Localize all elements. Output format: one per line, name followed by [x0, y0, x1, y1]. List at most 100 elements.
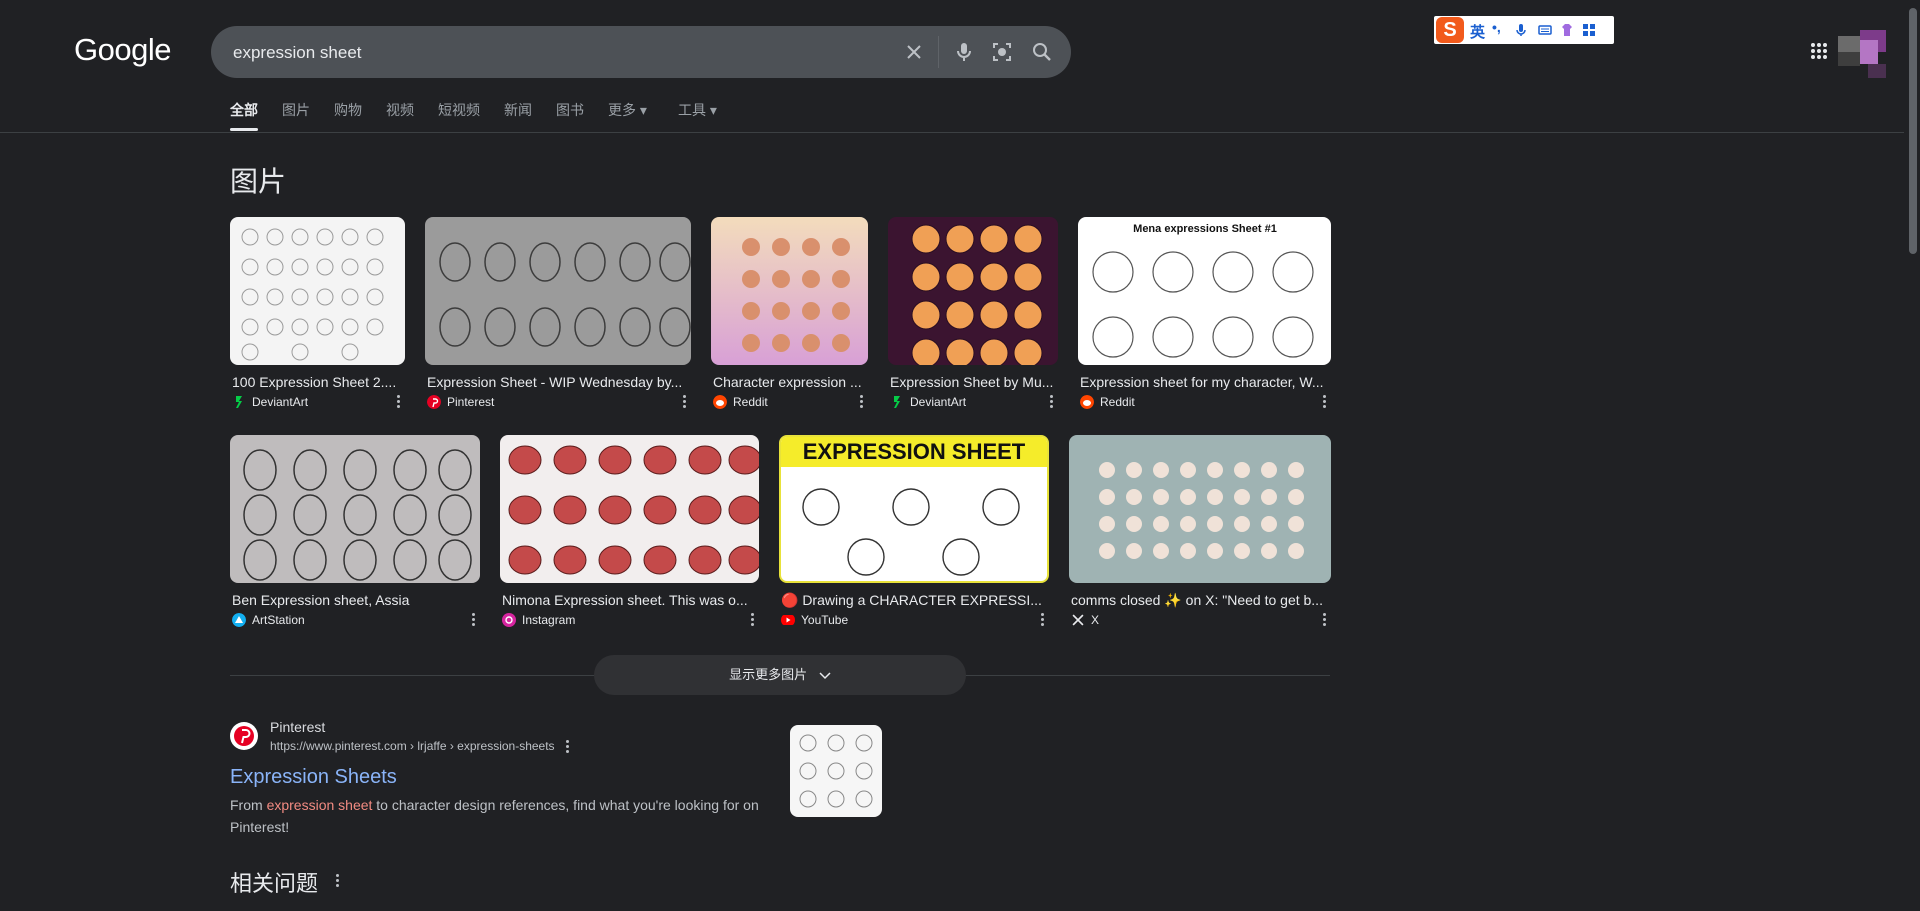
image-thumbnail[interactable]	[230, 217, 405, 365]
image-result-card[interactable]: comms closed ✨ on X: "Need to get b... X	[1069, 435, 1331, 635]
more-options-icon[interactable]	[1323, 395, 1327, 409]
thumbnail-banner: EXPRESSION SHEET	[781, 437, 1047, 467]
google-logo[interactable]: Google	[74, 32, 171, 68]
show-more-images-button[interactable]: 显示更多图片	[594, 655, 966, 695]
image-source: Reddit	[1100, 395, 1135, 409]
image-thumbnail[interactable]: EXPRESSION SHEET	[779, 435, 1049, 583]
image-source: YouTube	[801, 613, 849, 627]
result-thumbnail[interactable]	[790, 725, 882, 817]
image-result-card[interactable]: Expression Sheet by Mu... DeviantArt	[888, 217, 1058, 417]
ime-toolbar[interactable]: S 英 •,	[1434, 16, 1614, 44]
ime-language-mode[interactable]: 英	[1470, 21, 1485, 42]
image-thumbnail[interactable]	[425, 217, 691, 365]
image-title[interactable]: Character expression ...	[713, 374, 864, 390]
result-site-name[interactable]: Pinterest	[270, 719, 325, 735]
thumbnail-caption: Mena expressions Sheet #1	[1133, 223, 1277, 235]
tab-more[interactable]: 更多 ▾	[608, 100, 647, 120]
more-options-icon[interactable]	[1323, 613, 1327, 627]
x-icon	[1072, 614, 1084, 626]
tab-short-videos[interactable]: 短视频	[438, 100, 480, 120]
image-source: Pinterest	[447, 395, 495, 409]
more-options-icon[interactable]	[751, 613, 755, 627]
reddit-icon	[1080, 395, 1094, 409]
pinterest-icon	[427, 395, 441, 409]
search-divider	[938, 36, 939, 68]
google-apps-icon[interactable]	[1810, 42, 1828, 60]
image-title[interactable]: Expression Sheet by Mu...	[890, 374, 1054, 390]
image-source: X	[1091, 613, 1100, 627]
image-result-card[interactable]: 100 Expression Sheet 2.... DeviantArt	[230, 217, 405, 417]
more-options-icon[interactable]	[472, 613, 476, 627]
ime-punctuation[interactable]: •,	[1492, 19, 1501, 35]
deviantart-icon	[894, 396, 900, 408]
more-options-icon[interactable]	[683, 395, 687, 409]
more-options-icon[interactable]	[566, 740, 570, 754]
result-snippet: From expression sheet to character desig…	[230, 797, 759, 835]
images-section-heading: 图片	[230, 166, 287, 197]
ime-mic-icon[interactable]	[1514, 23, 1528, 37]
sogou-logo-icon[interactable]: S	[1436, 17, 1464, 43]
image-result-card[interactable]: Character expression ... Reddit	[711, 217, 868, 417]
tab-all[interactable]: 全部	[230, 100, 258, 120]
instagram-icon	[502, 613, 516, 627]
image-result-card[interactable]: Ben Expression sheet, Assia ArtStation	[230, 435, 480, 635]
highlighted-term: expression sheet	[266, 797, 373, 813]
more-options-icon[interactable]	[336, 874, 340, 888]
image-title[interactable]: 🔴 Drawing a CHARACTER EXPRESSI...	[781, 592, 1045, 609]
header-divider	[0, 132, 1904, 133]
tab-images[interactable]: 图片	[282, 100, 310, 120]
clear-icon[interactable]	[902, 40, 926, 64]
show-more-label: 显示更多图片	[729, 667, 808, 682]
image-source: DeviantArt	[910, 395, 967, 409]
image-source: DeviantArt	[252, 395, 309, 409]
search-box[interactable]	[211, 26, 1071, 78]
image-result-card[interactable]: EXPRESSION SHEET 🔴 Drawing a CHARACTER E…	[779, 435, 1049, 635]
search-icon[interactable]	[1030, 40, 1054, 64]
search-input[interactable]	[231, 40, 875, 66]
more-options-icon[interactable]	[397, 395, 401, 409]
youtube-icon	[781, 615, 795, 625]
result-url[interactable]: https://www.pinterest.com › lrjaffe › ex…	[270, 739, 555, 753]
image-source: ArtStation	[252, 613, 305, 627]
image-source: Instagram	[522, 613, 576, 627]
image-result-card[interactable]: Nimona Expression sheet. This was o... I…	[500, 435, 759, 635]
tab-books[interactable]: 图书	[556, 100, 584, 120]
microphone-icon[interactable]	[952, 40, 976, 64]
active-tab-indicator	[230, 128, 258, 131]
more-options-icon[interactable]	[1050, 395, 1054, 409]
image-title[interactable]: Ben Expression sheet, Assia	[232, 592, 476, 608]
image-title[interactable]: Expression sheet for my character, W...	[1080, 374, 1327, 390]
chevron-down-icon	[819, 672, 831, 679]
pinterest-icon[interactable]	[230, 722, 258, 750]
image-thumbnail[interactable]: Mena expressions Sheet #1	[1078, 217, 1331, 365]
image-thumbnail[interactable]	[1069, 435, 1331, 583]
ime-toolbox-icon[interactable]	[1582, 23, 1596, 37]
image-thumbnail[interactable]	[711, 217, 868, 365]
artstation-icon	[232, 613, 246, 627]
image-thumbnail[interactable]	[230, 435, 480, 583]
tab-tools[interactable]: 工具 ▾	[678, 100, 717, 120]
lens-icon[interactable]	[990, 40, 1014, 64]
tab-videos[interactable]: 视频	[386, 100, 414, 120]
image-thumbnail[interactable]	[500, 435, 759, 583]
reddit-icon	[713, 395, 727, 409]
result-title-link[interactable]: Expression Sheets	[230, 766, 397, 789]
more-options-icon[interactable]	[860, 395, 864, 409]
image-result-card[interactable]: Expression Sheet - WIP Wednesday by... P…	[425, 217, 691, 417]
tab-news[interactable]: 新闻	[504, 100, 532, 120]
account-avatar[interactable]	[1838, 30, 1886, 78]
more-options-icon[interactable]	[1041, 613, 1045, 627]
image-title[interactable]: Expression Sheet - WIP Wednesday by...	[427, 374, 687, 390]
ime-keyboard-icon[interactable]	[1538, 23, 1552, 37]
image-title[interactable]: Nimona Expression sheet. This was o...	[502, 592, 755, 608]
tab-shopping[interactable]: 购物	[334, 100, 362, 120]
related-questions-heading: 相关问题	[230, 871, 319, 896]
deviantart-icon	[236, 396, 242, 408]
image-source: Reddit	[733, 395, 768, 409]
scrollbar-thumb[interactable]	[1909, 8, 1917, 254]
image-title[interactable]: 100 Expression Sheet 2....	[232, 374, 401, 390]
image-thumbnail[interactable]	[888, 217, 1058, 365]
image-title[interactable]: comms closed ✨ on X: "Need to get b...	[1071, 592, 1327, 609]
ime-skin-icon[interactable]	[1560, 23, 1574, 37]
image-result-card[interactable]: Mena expressions Sheet #1 Expression she…	[1078, 217, 1331, 417]
